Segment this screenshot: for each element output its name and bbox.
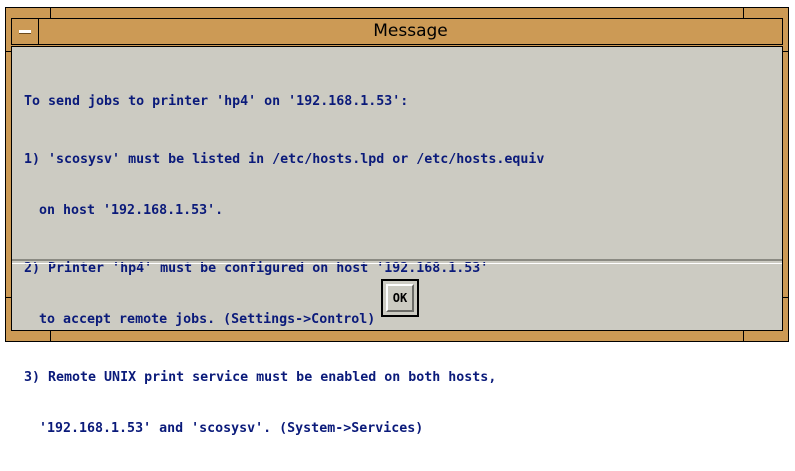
- resize-handle-top-left[interactable]: [50, 7, 51, 18]
- message-line: '192.168.1.53' and 'scosysv'. (System->S…: [39, 421, 424, 436]
- ok-button[interactable]: OK: [386, 284, 414, 312]
- message-line: To send jobs to printer 'hp4' on '192.16…: [24, 94, 409, 109]
- message-line: on host '192.168.1.53'.: [39, 203, 224, 218]
- window-title: Message: [373, 21, 448, 41]
- title-bar[interactable]: Message: [11, 18, 783, 45]
- default-button-ring: OK: [381, 279, 419, 317]
- window-menu-icon: [19, 30, 31, 34]
- resize-handle-right-top[interactable]: [783, 51, 789, 52]
- dialog-body: To send jobs to printer 'hp4' on '192.16…: [11, 46, 783, 436]
- window-menu-button[interactable]: [12, 19, 39, 44]
- message-line: 1) 'scosysv' must be listed in /etc/host…: [24, 152, 545, 167]
- button-area: OK: [12, 263, 782, 331]
- message-line: 3) Remote UNIX print service must be ena…: [24, 370, 497, 385]
- resize-handle-right-bottom[interactable]: [783, 297, 789, 298]
- resize-handle-top-right[interactable]: [743, 7, 744, 18]
- message-panel: To send jobs to printer 'hp4' on '192.16…: [12, 47, 782, 436]
